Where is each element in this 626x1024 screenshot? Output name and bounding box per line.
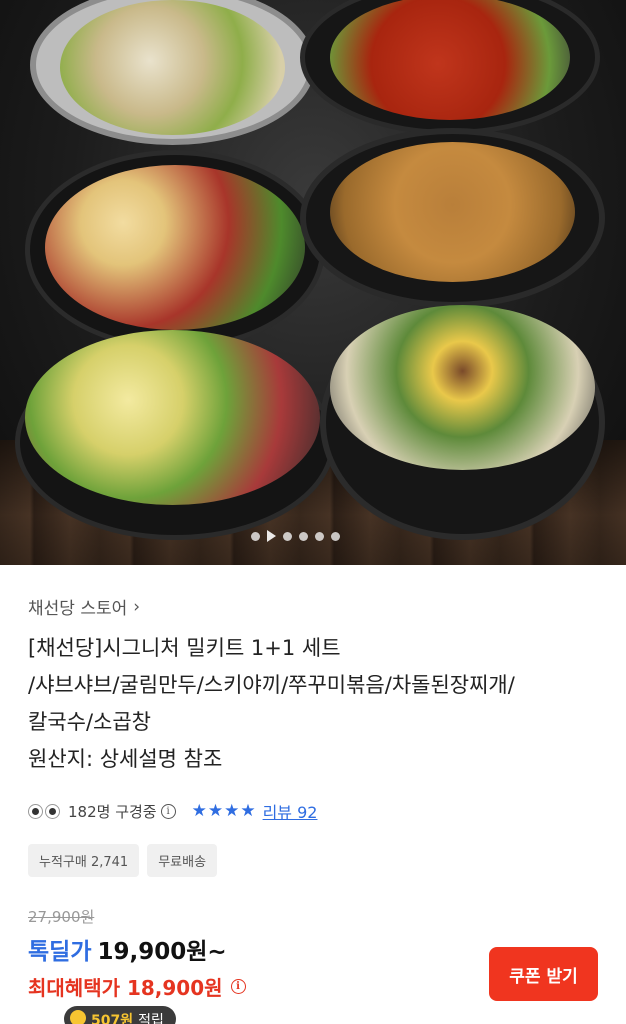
purchase-count-badge: 누적구매 2,741 — [28, 844, 140, 877]
review-link[interactable]: 리뷰 92 — [263, 799, 318, 823]
play-icon[interactable] — [267, 530, 276, 542]
carousel-dot[interactable] — [315, 531, 324, 541]
coin-icon — [70, 1010, 86, 1024]
title-line: [채선당]시그니처 밀키트 1+1 세트 — [28, 636, 341, 660]
get-coupon-button[interactable]: 쿠폰 받기 — [489, 947, 598, 1001]
store-link[interactable]: 채선당 스토어 › — [28, 594, 141, 620]
deal-amount: 19,900원~ — [97, 939, 227, 965]
origin-line: 원산지: 상세설명 참조 — [28, 747, 223, 771]
points-value: 507원 — [91, 1013, 134, 1024]
product-image[interactable] — [0, 0, 626, 565]
points-label: 적립 — [138, 1013, 164, 1024]
carousel-dot[interactable] — [299, 531, 308, 541]
info-icon[interactable]: i — [160, 803, 176, 819]
chevron-right-icon: › — [133, 596, 141, 617]
doenjang-contents — [330, 142, 575, 282]
carousel-dot[interactable] — [251, 531, 260, 541]
info-icon[interactable]: i — [230, 979, 246, 994]
deal-price: 톡딜가 19,900원~ — [28, 932, 227, 966]
original-price: 27,900원 — [28, 908, 95, 926]
carousel-indicator[interactable] — [251, 528, 340, 544]
gopchang-contents — [25, 330, 320, 505]
carousel-dot[interactable] — [331, 531, 340, 541]
social-proof-row: 182명 구경중 i ★★★★ 리뷰 92 — [28, 798, 317, 824]
jjukkumi-contents — [330, 0, 570, 120]
eyes-icon — [28, 803, 60, 819]
title-line: /샤브샤브/굴림만두/스키야끼/쭈꾸미볶음/차돌된장찌개/ — [28, 673, 515, 697]
kalguksu-contents — [330, 305, 595, 470]
points-badge: 507원 적립 — [64, 1006, 176, 1024]
eye-right-icon — [45, 803, 60, 819]
benefit-label: 최대혜택가 18,900원 — [28, 976, 223, 1000]
eye-left-icon — [28, 803, 43, 819]
max-benefit-price: 최대혜택가 18,900원 i — [28, 972, 246, 1001]
carousel-dot[interactable] — [283, 531, 292, 541]
store-name[interactable]: 채선당 스토어 — [28, 594, 127, 619]
free-shipping-badge: 무료배송 — [147, 844, 218, 877]
product-title: [채선당]시그니처 밀키트 1+1 세트 /샤브샤브/굴림만두/스키야끼/쭈꾸미… — [28, 630, 608, 778]
sukiyaki-contents — [45, 165, 305, 330]
viewer-count: 182명 구경중 — [68, 802, 157, 821]
title-line: 칼국수/소곱창 — [28, 710, 151, 734]
badge-list: 누적구매 2,741 무료배송 — [28, 844, 218, 877]
deal-label: 톡딜가 — [28, 939, 92, 965]
star-rating: ★★★★ — [191, 801, 257, 821]
shabu-contents — [60, 0, 285, 135]
